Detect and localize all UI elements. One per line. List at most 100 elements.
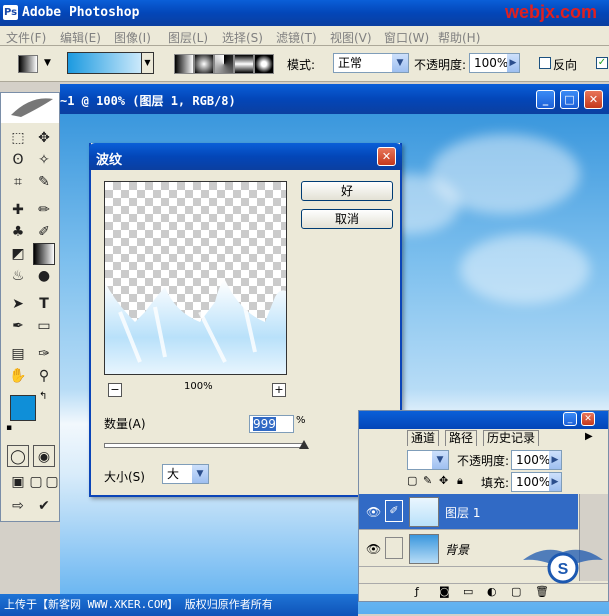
brush-tool-icon[interactable]: ✏ — [33, 199, 55, 221]
imageready-icon[interactable]: ✔ — [33, 495, 55, 517]
dialog-close-button[interactable]: ✕ — [377, 147, 396, 166]
hand-tool-icon[interactable]: ✋ — [7, 365, 29, 387]
link-cell[interactable] — [385, 537, 403, 559]
gradient-picker[interactable]: ▼ — [67, 52, 154, 74]
slice-tool-icon[interactable]: ✎ — [33, 171, 55, 193]
menu-view[interactable]: 视图(V) — [330, 29, 372, 46]
angle-gradient-button[interactable] — [214, 54, 234, 74]
swap-colors-icon[interactable]: ↰ — [39, 391, 47, 402]
dodge-tool-icon[interactable]: ● — [33, 265, 55, 287]
options-bar: ▼ ▼ 模式: 正常 ▼ 不透明度: 100% ▶ 反向 ✓ — [0, 46, 609, 82]
lock-position-icon[interactable]: ✥ — [439, 474, 448, 487]
size-select[interactable]: 大 ▼ — [162, 464, 209, 484]
screen-mode-full-icon[interactable]: ▢ — [41, 471, 63, 493]
pen-tool-icon[interactable]: ✒ — [7, 315, 29, 337]
blur-tool-icon[interactable]: ♨ — [7, 265, 29, 287]
menu-select[interactable]: 选择(S) — [222, 29, 263, 46]
chevron-down-icon: ▼ — [192, 465, 208, 483]
ok-button[interactable]: 好 — [301, 181, 393, 201]
menu-layer[interactable]: 图层(L) — [168, 29, 208, 46]
opacity-value: 100% — [474, 56, 509, 70]
tab-channels[interactable]: 通道 — [407, 430, 440, 446]
stamp-tool-icon[interactable]: ♣ — [7, 221, 29, 243]
type-tool-icon[interactable]: T — [33, 293, 55, 315]
size-label: 大小(S) — [104, 470, 145, 484]
shape-tool-icon[interactable]: ▭ — [33, 315, 55, 337]
dialog-title: 波纹 — [96, 153, 123, 168]
tab-history[interactable]: 历史记录 — [483, 430, 540, 446]
filter-preview[interactable] — [104, 181, 287, 375]
menu-edit[interactable]: 编辑(E) — [60, 29, 101, 46]
standard-mode-icon[interactable]: ◯ — [7, 445, 29, 467]
eraser-tool-icon[interactable]: ◩ — [7, 243, 29, 265]
amount-input[interactable]: 999 — [249, 415, 294, 433]
blend-mode-select[interactable]: ▼ — [407, 450, 449, 470]
eye-icon[interactable]: 👁︎ — [366, 505, 381, 519]
eye-icon[interactable]: 👁︎ — [366, 542, 381, 556]
reflected-gradient-button[interactable] — [234, 54, 254, 74]
close-button[interactable]: ✕ — [584, 90, 603, 109]
cancel-button[interactable]: 取消 — [301, 209, 393, 229]
layer-opacity-field[interactable]: 100% ▶ — [511, 450, 562, 470]
magic-wand-icon[interactable]: ✧ — [33, 149, 55, 171]
move-tool-icon[interactable]: ✥ — [33, 127, 55, 149]
default-colors-icon[interactable]: ▪ — [6, 423, 12, 433]
arrow-right-icon: ▶ — [549, 473, 561, 491]
lock-pixels-icon[interactable]: ✎ — [423, 474, 432, 487]
watermark: webjx.com — [504, 2, 597, 22]
amount-slider-track[interactable] — [104, 443, 304, 448]
layer-style-icon[interactable]: ƒ — [415, 585, 419, 598]
brush-link-icon[interactable]: ✐ — [385, 500, 403, 522]
menu-filter[interactable]: 滤镜(T) — [276, 29, 317, 46]
radial-gradient-button[interactable] — [194, 54, 214, 74]
mode-label: 模式: — [287, 58, 316, 72]
arrow-right-icon: ▶ — [549, 451, 561, 469]
zoom-in-button[interactable]: + — [272, 383, 286, 397]
new-set-icon[interactable]: ▭ — [463, 585, 473, 598]
minimize-button[interactable]: _ — [536, 90, 555, 109]
path-select-icon[interactable]: ➤ — [7, 293, 29, 315]
notes-tool-icon[interactable]: ▤ — [7, 343, 29, 365]
panel-close-button[interactable]: ✕ — [581, 412, 595, 426]
lock-all-icon[interactable]: 🔒︎ — [457, 474, 463, 488]
panel-menu-icon[interactable]: ▶ — [585, 431, 593, 442]
quickmask-mode-icon[interactable]: ◉ — [33, 445, 55, 467]
tool-preset-picker[interactable] — [18, 55, 38, 73]
gradient-tool-icon[interactable] — [33, 243, 55, 265]
mode-select[interactable]: 正常 ▼ — [333, 53, 409, 73]
linear-gradient-button[interactable] — [174, 54, 194, 74]
preset-dropdown-icon[interactable]: ▼ — [44, 58, 51, 68]
gradient-dropdown-icon[interactable]: ▼ — [141, 53, 153, 73]
dither-checkbox[interactable]: ✓ — [596, 57, 608, 69]
menu-file[interactable]: 文件(F) — [6, 29, 46, 46]
layer-name[interactable]: 图层 1 — [445, 504, 480, 521]
menu-help[interactable]: 帮助(H) — [438, 29, 480, 46]
adjustment-layer-icon[interactable]: ◐ — [487, 585, 497, 598]
site-logo: S — [518, 520, 608, 610]
layer-name[interactable]: 背景 — [445, 541, 469, 558]
maximize-button[interactable]: □ — [560, 90, 579, 109]
marquee-tool-icon[interactable]: ⬚ — [7, 127, 29, 149]
fill-field[interactable]: 100% ▶ — [511, 472, 562, 492]
opacity-field[interactable]: 100% ▶ — [469, 53, 520, 73]
eyedropper-icon[interactable]: ✑ — [33, 343, 55, 365]
tab-paths[interactable]: 路径 — [445, 430, 478, 446]
healing-brush-icon[interactable]: ✚ — [7, 199, 29, 221]
panel-minimize-button[interactable]: _ — [563, 412, 577, 426]
photoshop-icon: Ps — [3, 5, 18, 20]
diamond-gradient-button[interactable] — [254, 54, 274, 74]
menu-window[interactable]: 窗口(W) — [384, 29, 429, 46]
zoom-level: 100% — [184, 381, 213, 392]
jump-to-imageready-icon[interactable]: ⇨ — [7, 495, 29, 517]
lock-transparency-icon[interactable]: ▢ — [407, 474, 417, 487]
lasso-tool-icon[interactable]: ʘ — [7, 149, 29, 171]
reverse-checkbox[interactable] — [539, 57, 551, 69]
zoom-tool-icon[interactable]: ⚲ — [33, 365, 55, 387]
zoom-out-button[interactable]: − — [108, 383, 122, 397]
history-brush-icon[interactable]: ✐ — [33, 221, 55, 243]
crop-tool-icon[interactable]: ⌗ — [7, 171, 29, 193]
menu-image[interactable]: 图像(I) — [114, 29, 151, 46]
foreground-color-swatch[interactable] — [10, 395, 36, 421]
add-mask-icon[interactable]: ◙ — [439, 585, 450, 598]
amount-slider-thumb[interactable] — [299, 440, 309, 449]
